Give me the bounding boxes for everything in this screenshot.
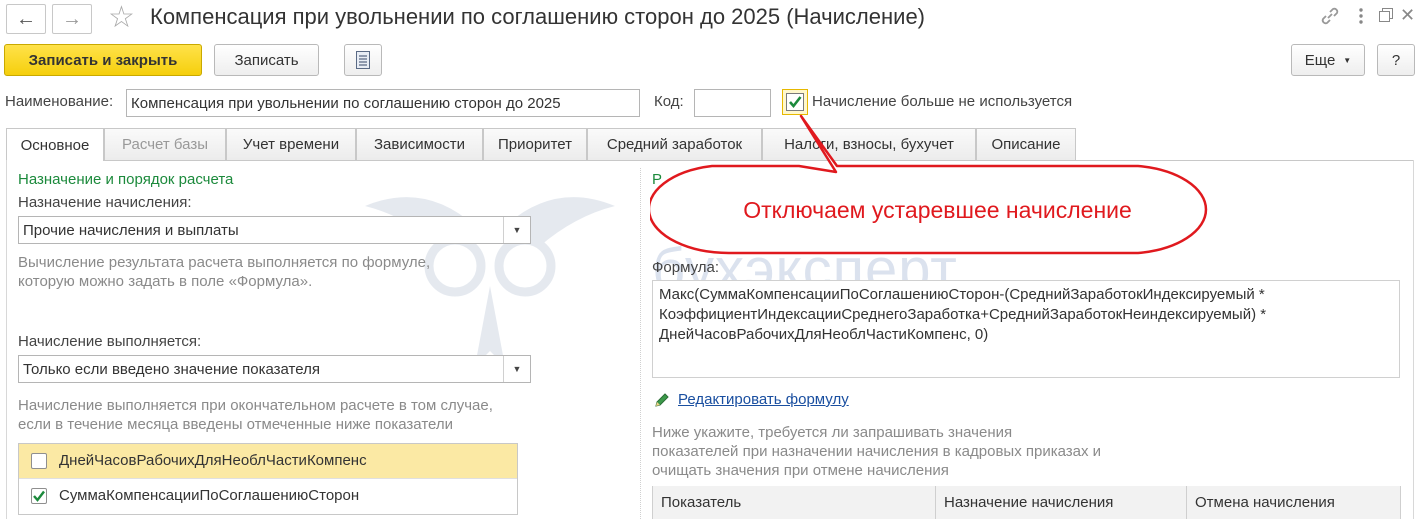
document-list-button[interactable] xyxy=(344,44,382,76)
window-title: Компенсация при увольнении по соглашению… xyxy=(150,4,926,29)
table-header-indicator[interactable]: Показатель xyxy=(653,486,936,519)
tab-time-accounting[interactable]: Учет времени xyxy=(226,128,356,160)
edit-formula-link[interactable]: Редактировать формулу xyxy=(678,391,849,408)
forward-button[interactable]: → xyxy=(52,4,92,34)
watermark-logo xyxy=(355,186,625,376)
callout-bubble xyxy=(647,108,1225,256)
tab-base-calc[interactable]: Расчет базы xyxy=(104,128,226,160)
name-field[interactable]: Компенсация при увольнении по соглашению… xyxy=(126,89,640,117)
help-button[interactable]: ? xyxy=(1377,44,1415,76)
indicators-list: ДнейЧасовРабочихДляНеоблЧастиКомпенс Сум… xyxy=(18,443,518,515)
name-label: Наименование: xyxy=(5,93,114,110)
executed-select[interactable]: Только если введено значение показателя … xyxy=(18,355,531,383)
right-hint-line-3: очищать значения при отмене начисления xyxy=(652,462,949,479)
executed-hint-line-2: если в течение месяца введены отмеченные… xyxy=(18,416,453,433)
formula-label: Формула: xyxy=(652,259,720,276)
more-button[interactable]: Еще ▼ xyxy=(1291,44,1365,76)
right-hint-line-2: показателей при назначении начисления в … xyxy=(652,443,1102,460)
back-arrow-icon: ← xyxy=(16,7,36,30)
indicator-checkbox[interactable] xyxy=(31,488,47,504)
callout-text: Отключаем устаревшее начисление xyxy=(743,197,1132,223)
chevron-down-icon[interactable]: ▼ xyxy=(503,356,530,382)
back-button[interactable]: ← xyxy=(6,4,46,34)
column-divider xyxy=(640,168,642,519)
right-hint-line-1: Ниже укажите, требуется ли запрашивать з… xyxy=(652,424,1013,441)
left-section-title: Назначение и порядок расчета xyxy=(18,171,234,188)
purpose-hint-line-1: Вычисление результата расчета выполняетс… xyxy=(18,254,431,271)
close-icon[interactable]: ✕ xyxy=(1400,6,1416,24)
link-icon[interactable] xyxy=(1318,4,1342,28)
list-item[interactable]: ДнейЧасовРабочихДляНеоблЧастиКомпенс xyxy=(19,444,517,479)
chevron-down-icon[interactable]: ▼ xyxy=(503,217,530,243)
pencil-icon[interactable] xyxy=(653,391,671,409)
table-header-assignment[interactable]: Назначение начисления xyxy=(936,486,1187,519)
panel-left-border xyxy=(6,160,7,519)
panel-right-border xyxy=(1413,160,1414,519)
formula-field[interactable]: Макс(СуммаКомпенсацииПоСоглашениюСторон-… xyxy=(652,280,1400,378)
purpose-select[interactable]: Прочие начисления и выплаты ▼ xyxy=(18,216,531,244)
restore-window-icon[interactable] xyxy=(1378,7,1394,23)
save-button[interactable]: Записать xyxy=(214,44,319,76)
tab-priority[interactable]: Приоритет xyxy=(483,128,587,160)
forward-arrow-icon: → xyxy=(62,7,82,30)
star-icon[interactable]: ☆ xyxy=(108,1,135,35)
indicator-checkbox[interactable] xyxy=(31,453,47,469)
executed-label: Начисление выполняется: xyxy=(18,333,202,350)
checkmark-icon xyxy=(33,490,45,502)
table-header-cancel[interactable]: Отмена начисления xyxy=(1187,486,1400,519)
tab-main[interactable]: Основное xyxy=(6,128,104,161)
save-and-close-button[interactable]: Записать и закрыть xyxy=(4,44,202,76)
dropdown-arrow-icon: ▼ xyxy=(1343,55,1352,65)
tab-dependencies[interactable]: Зависимости xyxy=(356,128,483,160)
executed-hint-line-1: Начисление выполняется при окончательном… xyxy=(18,397,493,414)
document-list-icon xyxy=(356,51,370,69)
purpose-label: Назначение начисления: xyxy=(18,194,192,211)
purpose-hint-line-2: которую можно задать в поле «Формула». xyxy=(18,273,313,290)
list-item[interactable]: СуммаКомпенсацииПоСоглашениюСторон xyxy=(19,479,517,514)
more-vertical-icon[interactable] xyxy=(1356,6,1366,26)
